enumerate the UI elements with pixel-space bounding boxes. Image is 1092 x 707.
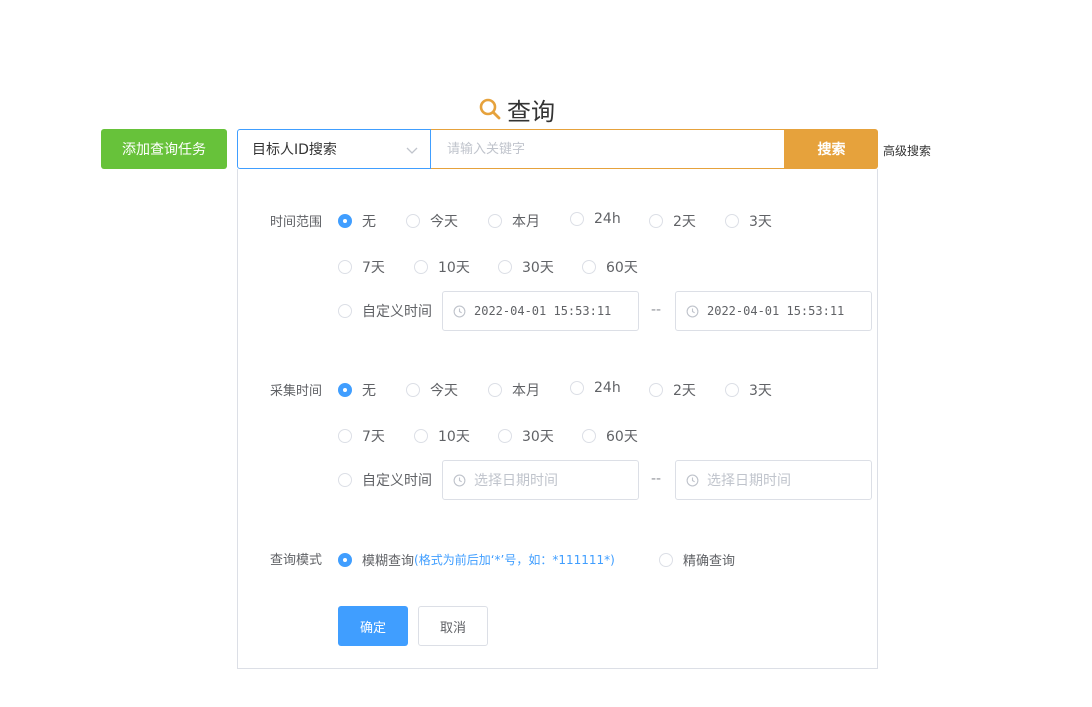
- collect-time-start-placeholder: 选择日期时间: [474, 473, 558, 489]
- query-mode-fuzzy-label: 模糊查询: [362, 554, 415, 569]
- time-range-option-this-month[interactable]: 本月: [488, 211, 540, 231]
- add-query-task-button[interactable]: 添加查询任务: [101, 129, 227, 169]
- collect-time-label: 采集时间: [270, 384, 323, 399]
- time-range-option-2d[interactable]: 2天: [649, 211, 696, 231]
- query-mode-exact-option[interactable]: 精确查询: [659, 550, 735, 569]
- collect-time-option-custom[interactable]: 自定义时间: [338, 470, 432, 490]
- clock-icon: [453, 305, 466, 317]
- keyword-input[interactable]: [431, 129, 785, 169]
- time-range-start-value: 2022-04-01 15:53:11: [474, 304, 612, 318]
- search-type-select[interactable]: 目标人ID搜索: [237, 129, 431, 169]
- time-range-end-input[interactable]: 2022-04-01 15:53:11: [675, 291, 872, 331]
- time-range-option-3d[interactable]: 3天: [725, 211, 772, 231]
- cancel-button[interactable]: 取消: [418, 606, 488, 646]
- confirm-button[interactable]: 确定: [338, 606, 408, 646]
- collect-time-start-input[interactable]: 选择日期时间: [442, 460, 639, 500]
- collect-time-option-2d[interactable]: 2天: [649, 380, 696, 400]
- clock-icon: [686, 474, 699, 486]
- time-range-option-30d[interactable]: 30天: [498, 257, 554, 277]
- time-range-option-today[interactable]: 今天: [406, 211, 458, 231]
- time-range-option-10d[interactable]: 10天: [414, 257, 470, 277]
- collect-time-option-10d[interactable]: 10天: [414, 426, 470, 446]
- time-range-start-input[interactable]: 2022-04-01 15:53:11: [442, 291, 639, 331]
- time-range-option-custom[interactable]: 自定义时间: [338, 301, 432, 321]
- collect-time-option-today[interactable]: 今天: [406, 380, 458, 400]
- time-range-end-value: 2022-04-01 15:53:11: [707, 304, 845, 318]
- query-mode-fuzzy-option[interactable]: 模糊查询 (格式为前后加‘*’号，如：*111111*): [338, 550, 615, 569]
- advanced-search-panel: [237, 169, 878, 669]
- page-title-text: 查询: [507, 97, 555, 126]
- chevron-down-icon: [406, 147, 418, 154]
- query-mode-label: 查询模式: [270, 553, 323, 568]
- collect-time-option-60d[interactable]: 60天: [582, 426, 638, 446]
- collect-time-option-this-month[interactable]: 本月: [488, 380, 540, 400]
- search-button[interactable]: 搜索: [785, 129, 878, 169]
- collect-time-end-placeholder: 选择日期时间: [707, 473, 791, 489]
- collect-time-option-24h[interactable]: 24h: [570, 380, 621, 396]
- advanced-search-link[interactable]: 高级搜索: [883, 142, 931, 159]
- clock-icon: [686, 305, 699, 317]
- time-range-option-60d[interactable]: 60天: [582, 257, 638, 277]
- time-range-option-7d[interactable]: 7天: [338, 257, 385, 277]
- time-range-separator: --: [651, 302, 662, 318]
- collect-time-option-7d[interactable]: 7天: [338, 426, 385, 446]
- time-range-option-none[interactable]: 无: [338, 211, 376, 231]
- query-mode-fuzzy-hint: (格式为前后加‘*’号，如：*111111*): [414, 553, 615, 567]
- query-mode-exact-label: 精确查询: [683, 554, 736, 569]
- collect-time-end-input[interactable]: 选择日期时间: [675, 460, 872, 500]
- time-range-label: 时间范围: [270, 215, 323, 230]
- collect-time-option-3d[interactable]: 3天: [725, 380, 772, 400]
- search-type-selected-value: 目标人ID搜索: [252, 142, 337, 158]
- page-title: 查询: [478, 93, 555, 126]
- search-icon: [479, 98, 501, 120]
- collect-time-option-none[interactable]: 无: [338, 380, 376, 400]
- collect-time-separator: --: [651, 471, 662, 487]
- clock-icon: [453, 474, 466, 486]
- collect-time-option-30d[interactable]: 30天: [498, 426, 554, 446]
- time-range-option-24h[interactable]: 24h: [570, 211, 621, 227]
